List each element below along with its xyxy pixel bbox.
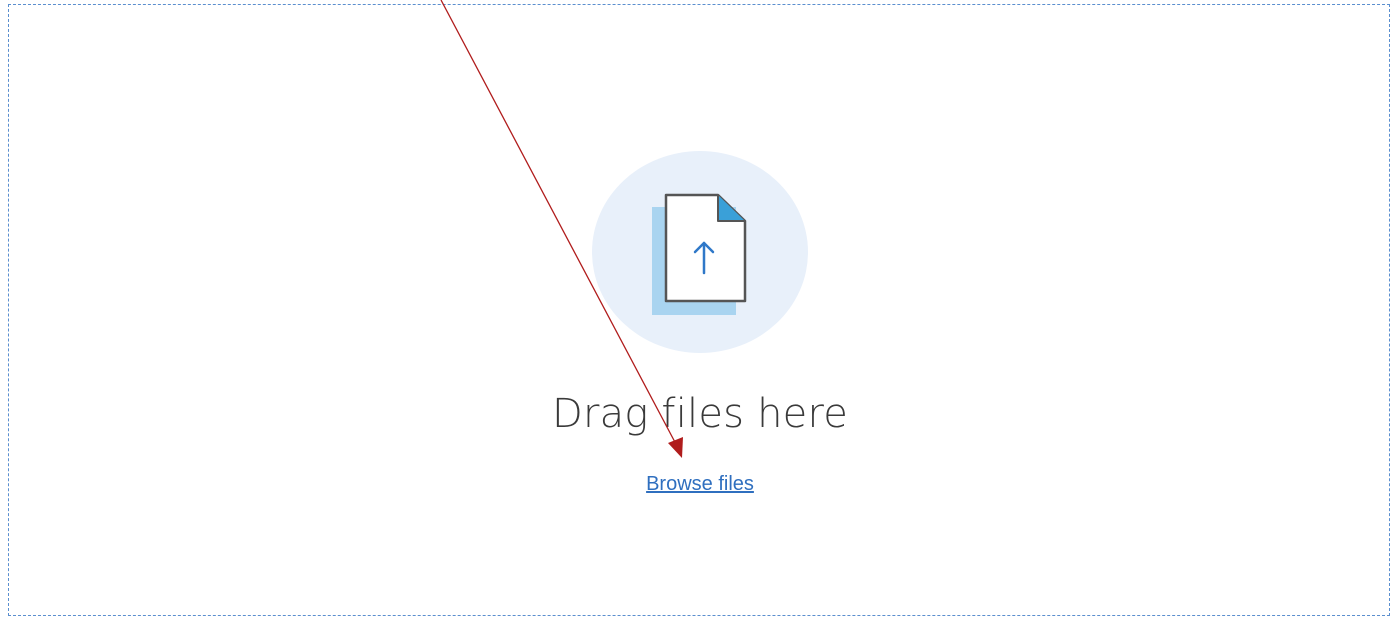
- browse-files-link[interactable]: Browse files: [646, 473, 754, 495]
- browse-files-container: Browse files: [9, 474, 1391, 494]
- file-dropzone[interactable]: Drag files here Browse files: [8, 4, 1390, 616]
- page: Drag files here Browse files: [0, 0, 1398, 619]
- drag-files-headline: Drag files here: [551, 391, 849, 437]
- file-upload-icon: [592, 151, 808, 353]
